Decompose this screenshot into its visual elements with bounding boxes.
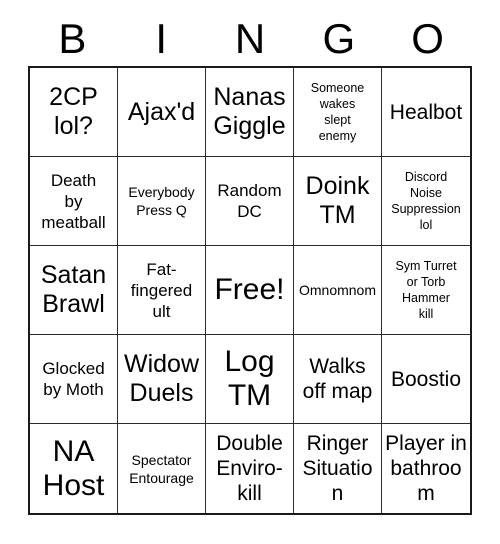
bingo-header-row: B I N G O (28, 12, 472, 66)
bingo-cell-text: Ringer Situation (302, 432, 373, 505)
bingo-cell[interactable]: Spectator Entourage (118, 424, 206, 513)
bingo-cell-free[interactable]: Free! (206, 246, 294, 335)
bingo-header-letter-g: G (322, 15, 356, 62)
bingo-cell-text: Boostio (390, 367, 462, 391)
bingo-cell[interactable]: Ajax'd (118, 68, 206, 157)
bingo-cell[interactable]: Fat- fingered ult (118, 246, 206, 335)
bingo-cell-text: Omnomnom (298, 282, 377, 298)
bingo-cell-text: 2CP lol? (49, 83, 98, 140)
bingo-cell[interactable]: Doink TM (294, 157, 382, 246)
bingo-cell[interactable]: Someone wakes slept enemy (294, 68, 382, 157)
bingo-cell-text: Someone wakes slept enemy (310, 81, 365, 143)
bingo-cell[interactable]: Everybody Press Q (118, 157, 206, 246)
bingo-cell-text: Ajax'd (127, 97, 196, 126)
bingo-cell-text: Fat- fingered ult (130, 259, 193, 321)
bingo-cell[interactable]: Player in bathroom (382, 424, 470, 513)
bingo-cell[interactable]: Ringer Situation (294, 424, 382, 513)
bingo-cell-text: Sym Turret or Torb Hammer kill (395, 259, 457, 321)
bingo-cell-text: Spectator Entourage (129, 451, 194, 486)
bingo-cell-text: Random DC (217, 181, 282, 221)
bingo-cell-text: NA Host (42, 434, 105, 502)
bingo-cell-text: Double Enviro- kill (216, 432, 283, 505)
bingo-cell[interactable]: Log TM (206, 335, 294, 424)
bingo-header-letter-n: N (234, 15, 266, 62)
bingo-cell[interactable]: Walks off map (294, 335, 382, 424)
bingo-header-letter-i: I (155, 15, 168, 62)
bingo-cell[interactable]: Omnomnom (294, 246, 382, 335)
bingo-cell[interactable]: Widow Duels (118, 335, 206, 424)
bingo-cell-text: Healbot (389, 100, 463, 124)
bingo-header-letter-o: O (411, 15, 444, 62)
bingo-cell-text: Doink TM (305, 172, 370, 229)
bingo-cell-text: Free! (214, 273, 285, 306)
bingo-cell-text: Discord Noise Suppression lol (391, 170, 461, 232)
bingo-cell[interactable]: 2CP lol? (30, 68, 118, 157)
bingo-cell[interactable]: NA Host (30, 424, 118, 513)
bingo-cell[interactable]: Sym Turret or Torb Hammer kill (382, 246, 470, 335)
bingo-cell[interactable]: Glocked by Moth (30, 335, 118, 424)
bingo-cell[interactable]: Death by meatball (30, 157, 118, 246)
bingo-cell-text: Log TM (224, 345, 275, 412)
bingo-cell-text: Satan Brawl (40, 261, 107, 318)
bingo-grid: 2CP lol? Ajax'd Nanas Giggle Someone wak… (28, 66, 472, 515)
bingo-cell-text: Everybody Press Q (128, 184, 195, 218)
bingo-cell[interactable]: Double Enviro- kill (206, 424, 294, 513)
bingo-cell[interactable]: Random DC (206, 157, 294, 246)
bingo-cell-text: Walks off map (302, 355, 373, 403)
bingo-cell-text: Death by meatball (41, 170, 106, 232)
bingo-card: B I N G O 2CP lol? Ajax'd Nanas Giggle S… (0, 0, 500, 544)
bingo-cell-text: Player in bathroom (385, 432, 467, 505)
bingo-cell-text: Nanas Giggle (213, 83, 286, 140)
bingo-cell[interactable]: Discord Noise Suppression lol (382, 157, 470, 246)
bingo-cell[interactable]: Satan Brawl (30, 246, 118, 335)
bingo-cell[interactable]: Healbot (382, 68, 470, 157)
bingo-header-letter-b: B (58, 15, 87, 62)
bingo-cell-text: Glocked by Moth (42, 359, 105, 399)
bingo-cell-text: Widow Duels (123, 350, 199, 407)
bingo-cell[interactable]: Nanas Giggle (206, 68, 294, 157)
bingo-cell[interactable]: Boostio (382, 335, 470, 424)
